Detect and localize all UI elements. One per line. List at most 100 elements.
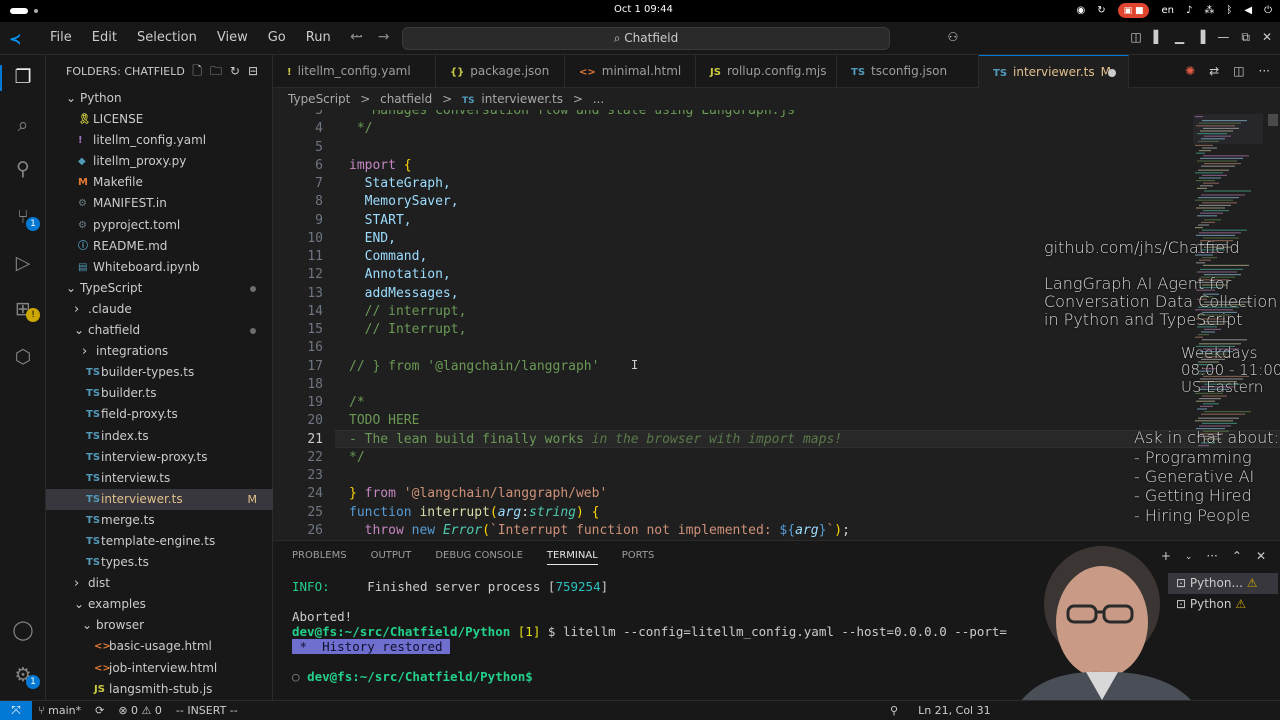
more-actions-icon[interactable]: ··· bbox=[1259, 64, 1270, 78]
code-line[interactable]: */ bbox=[349, 121, 373, 136]
tab-problems[interactable]: PROBLEMS bbox=[292, 550, 347, 565]
tab-tsconfig-json[interactable]: TS tsconfig.json bbox=[837, 55, 979, 88]
collapse-all-icon[interactable]: ⊟ bbox=[248, 55, 258, 88]
network-icon[interactable]: ⁂ bbox=[1204, 5, 1214, 16]
line-number[interactable]: 17 bbox=[273, 359, 323, 374]
forward-arrow-icon[interactable]: → bbox=[378, 29, 390, 45]
minimize-icon[interactable]: — bbox=[1217, 30, 1229, 45]
line-number[interactable]: 18 bbox=[273, 377, 323, 392]
tree-item[interactable]: TS index.ts bbox=[46, 426, 273, 447]
command-center[interactable]: ⌕ Chatfield bbox=[402, 27, 890, 50]
tab-output[interactable]: OUTPUT bbox=[371, 550, 412, 565]
cursor-position[interactable]: Ln 21, Col 31 bbox=[918, 704, 991, 717]
firefox-tray-icon[interactable]: ◉ bbox=[1076, 5, 1085, 16]
tree-item[interactable]: ◆ litellm_proxy.py bbox=[46, 151, 273, 172]
back-arrow-icon[interactable]: ← bbox=[350, 29, 362, 45]
menu-edit[interactable]: Edit bbox=[82, 30, 127, 45]
tab-interviewer-ts[interactable]: TS interviewer.ts M bbox=[979, 55, 1129, 88]
tab-package-json[interactable]: {} package.json bbox=[436, 55, 565, 88]
tree-item[interactable]: <> job-interview.html bbox=[46, 658, 273, 679]
line-number[interactable]: 5 bbox=[273, 140, 323, 155]
code-line[interactable]: * Manages conversation flow and state us… bbox=[349, 110, 795, 118]
code-line[interactable]: /* bbox=[349, 395, 365, 410]
tree-item[interactable]: M Makefile bbox=[46, 172, 273, 193]
tree-item[interactable]: TS field-proxy.ts bbox=[46, 404, 273, 425]
tab-minimal-html[interactable]: <> minimal.html bbox=[565, 55, 696, 88]
keyboard-language[interactable]: en bbox=[1161, 5, 1174, 16]
line-number[interactable]: 26 bbox=[273, 523, 323, 538]
zoom-icon[interactable]: ⚲ bbox=[890, 704, 898, 717]
code-line[interactable]: END, bbox=[349, 231, 396, 246]
line-number[interactable]: 15 bbox=[273, 322, 323, 337]
remote-indicator-icon[interactable]: ⤧ bbox=[0, 701, 32, 720]
tree-item[interactable]: ⌄ browser bbox=[46, 615, 273, 636]
close-panel-icon[interactable]: ✕ bbox=[1256, 549, 1266, 563]
mic-icon[interactable]: ♪ bbox=[1186, 5, 1192, 16]
tree-item[interactable]: 🎗 LICENSE bbox=[46, 109, 273, 130]
copilot-icon[interactable]: ⚇ bbox=[948, 30, 959, 45]
line-number[interactable]: 4 bbox=[273, 121, 323, 136]
refresh-icon[interactable]: ↻ bbox=[230, 55, 240, 88]
layout-icon[interactable]: ◫ bbox=[1130, 30, 1141, 45]
menu-go[interactable]: Go bbox=[258, 30, 296, 45]
new-folder-icon[interactable]: 🗀 bbox=[210, 55, 222, 88]
line-number[interactable]: 21 bbox=[273, 432, 323, 447]
code-line[interactable]: Command, bbox=[349, 249, 428, 264]
tab-rollup-config-mjs[interactable]: JS rollup.config.mjs bbox=[696, 55, 837, 88]
line-number[interactable]: 13 bbox=[273, 286, 323, 301]
run-debug-icon[interactable]: ▷ bbox=[11, 251, 35, 275]
code-line[interactable]: function interrupt(arg:string) { bbox=[349, 505, 600, 520]
tree-item[interactable]: ! litellm_config.yaml bbox=[46, 130, 273, 151]
tree-item[interactable]: ⌄ TypeScript bbox=[46, 278, 273, 299]
account-icon[interactable]: ◯ bbox=[11, 618, 35, 642]
sync-icon[interactable]: ⟳ bbox=[95, 704, 104, 717]
tree-item[interactable]: TS builder.ts bbox=[46, 383, 273, 404]
tab-litellm_config-yaml[interactable]: ! litellm_config.yaml bbox=[273, 55, 436, 88]
code-line[interactable]: // Interrupt, bbox=[349, 322, 467, 337]
toggle-secondary-sidebar-icon[interactable]: ▐ bbox=[1196, 30, 1205, 45]
line-number[interactable]: 10 bbox=[273, 231, 323, 246]
remote-explorer-icon[interactable]: ⬡ bbox=[11, 345, 35, 369]
split-editor-icon[interactable]: ◫ bbox=[1233, 64, 1244, 78]
search-view-icon[interactable]: ⌕ bbox=[11, 113, 35, 137]
line-number[interactable]: 25 bbox=[273, 505, 323, 520]
branch-status[interactable]: ⑂ main* bbox=[38, 704, 81, 717]
code-line[interactable]: addMessages, bbox=[349, 286, 459, 301]
tree-item[interactable]: ⌄ Python bbox=[46, 88, 273, 109]
line-number[interactable]: 19 bbox=[273, 395, 323, 410]
line-number[interactable]: 11 bbox=[273, 249, 323, 264]
line-number[interactable]: 24 bbox=[273, 486, 323, 501]
line-number[interactable]: 3 bbox=[273, 110, 323, 118]
bluetooth-icon[interactable]: ᛒ bbox=[1226, 5, 1232, 16]
power-icon[interactable]: ⏻ bbox=[1264, 5, 1272, 16]
tree-item[interactable]: TS merge.ts bbox=[46, 510, 273, 531]
tab-terminal[interactable]: TERMINAL bbox=[546, 550, 598, 565]
tree-item[interactable]: TS interviewer.ts M bbox=[46, 488, 273, 510]
tree-item[interactable]: TS builder-types.ts bbox=[46, 362, 273, 383]
code-line[interactable]: TODO HERE bbox=[349, 413, 419, 428]
line-number[interactable]: 12 bbox=[273, 267, 323, 282]
tab-debug-console[interactable]: DEBUG CONSOLE bbox=[435, 550, 523, 565]
tree-item[interactable]: › .claude bbox=[46, 299, 273, 320]
tree-item[interactable]: TS types.ts bbox=[46, 552, 273, 573]
tab-ports[interactable]: PORTS bbox=[622, 550, 655, 565]
tree-item[interactable]: ⌄ chatfield bbox=[46, 320, 273, 341]
code-line[interactable]: */ bbox=[349, 450, 365, 465]
tree-item[interactable]: › dist bbox=[46, 573, 273, 594]
code-line[interactable]: throw new Error(`Interrupt function not … bbox=[349, 523, 850, 538]
code-line[interactable]: START, bbox=[349, 213, 412, 228]
system-clock[interactable]: Oct 1 09:44 bbox=[614, 4, 673, 15]
close-window-icon[interactable]: ✕ bbox=[1262, 30, 1272, 45]
line-number[interactable]: 16 bbox=[273, 340, 323, 355]
breadcrumb-file[interactable]: interviewer.ts bbox=[481, 92, 563, 106]
line-number[interactable]: 14 bbox=[273, 304, 323, 319]
line-number[interactable]: 23 bbox=[273, 468, 323, 483]
restore-icon[interactable]: ⧉ bbox=[1241, 30, 1250, 45]
breadcrumb-chatfield[interactable]: chatfield bbox=[380, 92, 432, 106]
search-icon[interactable]: ⚲ bbox=[11, 157, 35, 181]
line-number[interactable]: 9 bbox=[273, 213, 323, 228]
code-line[interactable]: - The lean build finally works in the br… bbox=[349, 432, 842, 447]
code-line[interactable]: // } from '@langchain/langgraph' bbox=[349, 359, 599, 374]
tree-item[interactable]: ⓘ README.md bbox=[46, 236, 273, 257]
tree-item[interactable]: ⚙ MANIFEST.in bbox=[46, 193, 273, 214]
